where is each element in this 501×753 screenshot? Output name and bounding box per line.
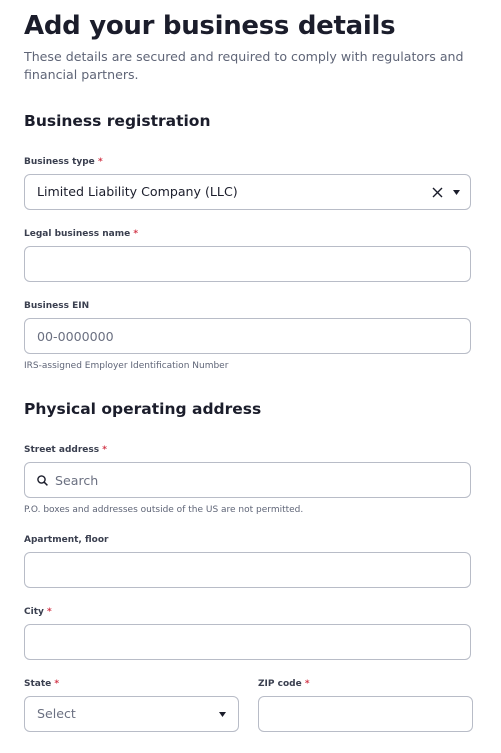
- zip-label: ZIP code *: [258, 679, 310, 689]
- city-field[interactable]: [24, 624, 471, 660]
- ein-field[interactable]: [24, 318, 471, 354]
- apartment-input[interactable]: [25, 553, 470, 587]
- ein-label: Business EIN: [24, 301, 90, 311]
- required-marker: *: [133, 229, 139, 239]
- state-select[interactable]: Select: [24, 696, 239, 732]
- required-marker: *: [47, 607, 52, 617]
- street-address-input[interactable]: [25, 463, 470, 497]
- legal-name-label: Legal business name *: [24, 229, 139, 239]
- business-details-form: Add your business details These details …: [0, 0, 501, 753]
- apartment-label: Apartment, floor: [24, 535, 109, 545]
- caret-down-icon: [219, 712, 226, 717]
- legal-name-input[interactable]: [25, 247, 470, 281]
- caret-down-icon[interactable]: [453, 190, 460, 195]
- street-label: Street address *: [24, 445, 107, 455]
- zip-field[interactable]: [258, 696, 473, 732]
- close-icon[interactable]: [432, 187, 443, 198]
- ein-input[interactable]: [25, 319, 470, 353]
- required-marker: *: [97, 157, 103, 167]
- state-placeholder: Select: [37, 706, 76, 721]
- required-marker: *: [54, 679, 60, 689]
- zip-input[interactable]: [259, 697, 472, 731]
- section-heading-registration: Business registration: [24, 112, 211, 130]
- page-title: Add your business details: [24, 11, 396, 41]
- business-type-label: Business type *: [24, 157, 103, 167]
- state-label: State *: [24, 679, 60, 689]
- required-marker: *: [102, 445, 107, 455]
- street-address-field[interactable]: [24, 462, 471, 498]
- section-heading-address: Physical operating address: [24, 400, 262, 418]
- apartment-field[interactable]: [24, 552, 471, 588]
- street-hint: P.O. boxes and addresses outside of the …: [24, 505, 304, 515]
- business-type-value: Limited Liability Company (LLC): [37, 184, 238, 199]
- required-marker: *: [304, 679, 310, 689]
- legal-name-field[interactable]: [24, 246, 471, 282]
- page-subtitle: These details are secured and required t…: [24, 49, 464, 82]
- ein-hint: IRS-assigned Employer Identification Num…: [24, 361, 229, 371]
- city-input[interactable]: [25, 625, 470, 659]
- business-type-select[interactable]: Limited Liability Company (LLC): [24, 174, 471, 210]
- city-label: City *: [24, 607, 52, 617]
